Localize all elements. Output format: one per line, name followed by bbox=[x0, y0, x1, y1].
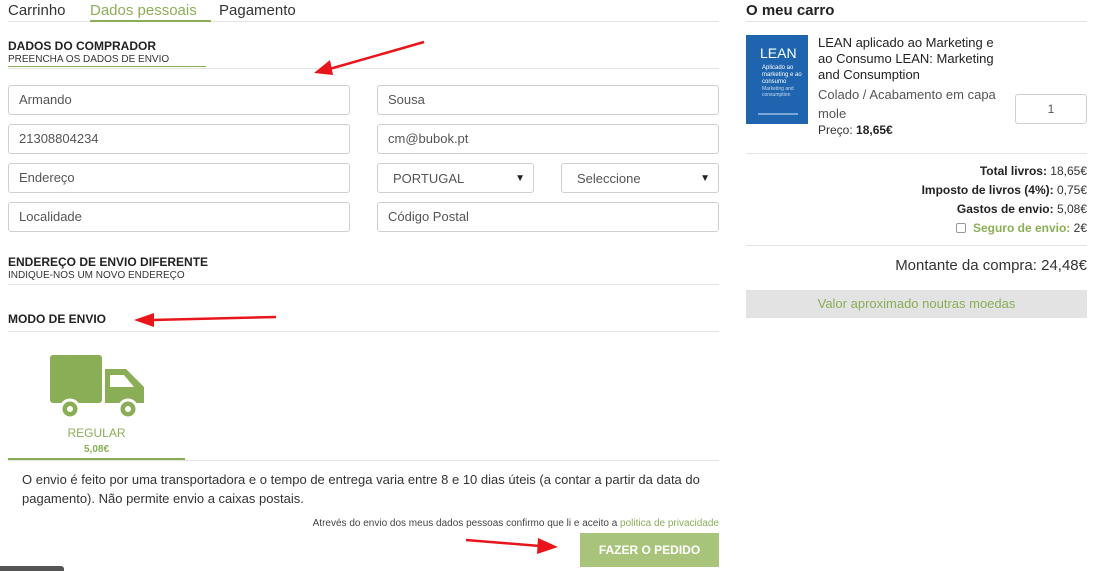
grand-total-value: 24,48€ bbox=[1041, 257, 1087, 274]
divider bbox=[746, 153, 1087, 154]
divider bbox=[746, 21, 1087, 22]
annotation-arrow-icon bbox=[465, 538, 558, 554]
total-books-value: 18,65€ bbox=[1050, 164, 1087, 178]
insurance-line: Seguro de envio: 2€ bbox=[955, 221, 1087, 235]
insurance-checkbox[interactable] bbox=[955, 223, 966, 233]
first-name-input[interactable]: Armando bbox=[8, 85, 350, 115]
shipping-cost-line: Gastos de envio: 5,08€ bbox=[957, 202, 1087, 216]
shipping-section-title: MODO DE ENVIO bbox=[8, 312, 107, 326]
tax-label: Imposto de livros (4%): bbox=[921, 183, 1054, 197]
book-price-value: 18,65€ bbox=[856, 123, 893, 137]
book-cover-title: LEAN bbox=[760, 45, 797, 61]
tax-value: 0,75€ bbox=[1056, 183, 1087, 197]
book-price: Preço: 18,65€ bbox=[818, 123, 893, 137]
shipping-option-regular[interactable]: REGULAR 5,08€ bbox=[8, 350, 185, 460]
grand-total: Montante da compra: 24,48€ bbox=[895, 257, 1087, 274]
total-books-line: Total livros: 18,65€ bbox=[980, 164, 1087, 178]
region-select[interactable]: Seleccione ▼ bbox=[561, 163, 719, 193]
divider bbox=[746, 245, 1087, 246]
region-select-value: Seleccione bbox=[577, 171, 641, 186]
caret-down-icon: ▼ bbox=[515, 173, 525, 184]
divider bbox=[8, 284, 719, 285]
phone-input[interactable]: 21308804234 bbox=[8, 124, 350, 154]
tax-line: Imposto de livros (4%): 0,75€ bbox=[922, 183, 1087, 197]
book-cover-subtitle: Aplicado ao marketing e ao consumo bbox=[762, 65, 802, 85]
cart-title: O meu carro bbox=[746, 2, 835, 19]
divider bbox=[8, 460, 719, 461]
shipping-description: O envio é feito por uma transportadora e… bbox=[22, 472, 700, 506]
buyer-section-subtitle: PREENCHA OS DADOS DE ENVIO bbox=[8, 54, 170, 65]
consent-label: Atrevés do envio dos meus dados pessoas … bbox=[312, 518, 618, 529]
country-select-value: PORTUGAL bbox=[393, 171, 465, 186]
alt-address-title[interactable]: ENDEREÇO DE ENVIO DIFERENTE bbox=[8, 255, 208, 269]
postal-code-input[interactable]: Código Postal bbox=[377, 202, 719, 232]
book-title[interactable]: LEAN aplicado ao Marketing e ao Consumo … bbox=[818, 35, 1008, 83]
book-finish: Colado / Acabamento em capa mole bbox=[818, 87, 996, 121]
shipping-option-price: 5,08€ bbox=[83, 444, 110, 455]
country-select[interactable]: PORTUGAL ▼ bbox=[377, 163, 534, 193]
shipping-cost-label: Gastos de envio: bbox=[956, 202, 1054, 216]
shipping-option-label: REGULAR bbox=[67, 426, 126, 440]
email-input[interactable]: cm@bubok.pt bbox=[377, 124, 719, 154]
currency-conversion-button[interactable]: Valor aproximado noutras moedas bbox=[746, 290, 1087, 318]
place-order-button[interactable]: FAZER O PEDIDO bbox=[580, 533, 719, 567]
book-cover-tagline: Marketing and consumption bbox=[762, 86, 794, 98]
buyer-section-underline bbox=[8, 66, 206, 67]
checkout-tabs: Carrinho Dados pessoais Pagamento bbox=[8, 2, 719, 22]
address-input[interactable]: Endereço bbox=[8, 163, 350, 193]
shipping-cost-value: 5,08€ bbox=[1056, 202, 1087, 216]
annotation-arrow-icon bbox=[314, 40, 425, 75]
tab-carrinho[interactable]: Carrinho bbox=[8, 2, 66, 19]
last-name-input[interactable]: Sousa bbox=[377, 85, 719, 115]
truck-icon bbox=[50, 355, 144, 419]
divider bbox=[8, 331, 719, 332]
tab-dados-pessoais[interactable]: Dados pessoais bbox=[90, 2, 211, 22]
book-price-label: Preço: bbox=[818, 123, 853, 137]
window-corner-bar bbox=[0, 566, 64, 571]
caret-down-icon: ▼ bbox=[700, 173, 710, 184]
grand-total-label: Montante da compra: bbox=[895, 257, 1037, 274]
alt-address-subtitle: INDIQUE-NOS UM NOVO ENDEREÇO bbox=[8, 270, 185, 281]
book-cover-stripe bbox=[758, 113, 798, 115]
tab-pagamento[interactable]: Pagamento bbox=[219, 2, 296, 19]
annotation-arrow-icon bbox=[134, 313, 277, 327]
book-cover-image: LEAN Aplicado ao marketing e ao consumo … bbox=[746, 35, 808, 124]
quantity-input[interactable]: 1 bbox=[1015, 94, 1087, 124]
city-input[interactable]: Localidade bbox=[8, 202, 350, 232]
insurance-label[interactable]: Seguro de envio: bbox=[973, 221, 1070, 235]
buyer-section-title: DADOS DO COMPRADOR bbox=[8, 39, 157, 53]
consent-text: Atrevés do envio dos meus dados pessoas … bbox=[8, 518, 719, 529]
insurance-value: 2€ bbox=[1073, 221, 1087, 235]
total-books-label: Total livros: bbox=[979, 164, 1047, 178]
privacy-policy-link[interactable]: politica de privacidade bbox=[620, 518, 719, 529]
